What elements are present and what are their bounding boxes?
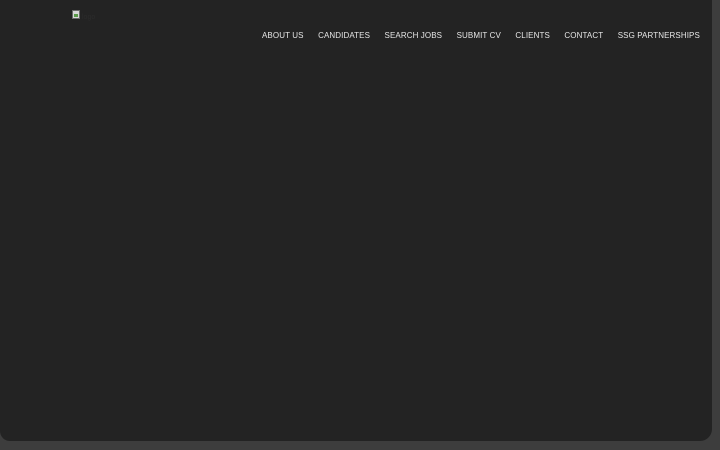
nav-item-ssg-partnerships[interactable]: SSG PARTNERSHIPS	[618, 31, 700, 41]
nav-item-candidates[interactable]: CANDIDATES	[318, 31, 370, 41]
hero-section: logo ABOUT US CANDIDATES SEARCH JOBS SUB…	[0, 0, 712, 441]
nav-item-submit-cv[interactable]: SUBMIT CV	[457, 31, 501, 41]
site-logo-link[interactable]: logo	[72, 10, 98, 22]
main-navigation: ABOUT US CANDIDATES SEARCH JOBS SUBMIT C…	[262, 31, 700, 41]
nav-item-search-jobs[interactable]: SEARCH JOBS	[385, 31, 443, 41]
page: logo ABOUT US CANDIDATES SEARCH JOBS SUB…	[0, 0, 720, 450]
logo-alt-text: logo	[82, 14, 96, 21]
broken-image-icon	[72, 10, 80, 19]
nav-item-clients[interactable]: CLIENTS	[515, 31, 550, 41]
nav-item-contact[interactable]: CONTACT	[564, 31, 603, 41]
nav-item-about-us[interactable]: ABOUT US	[262, 31, 304, 41]
